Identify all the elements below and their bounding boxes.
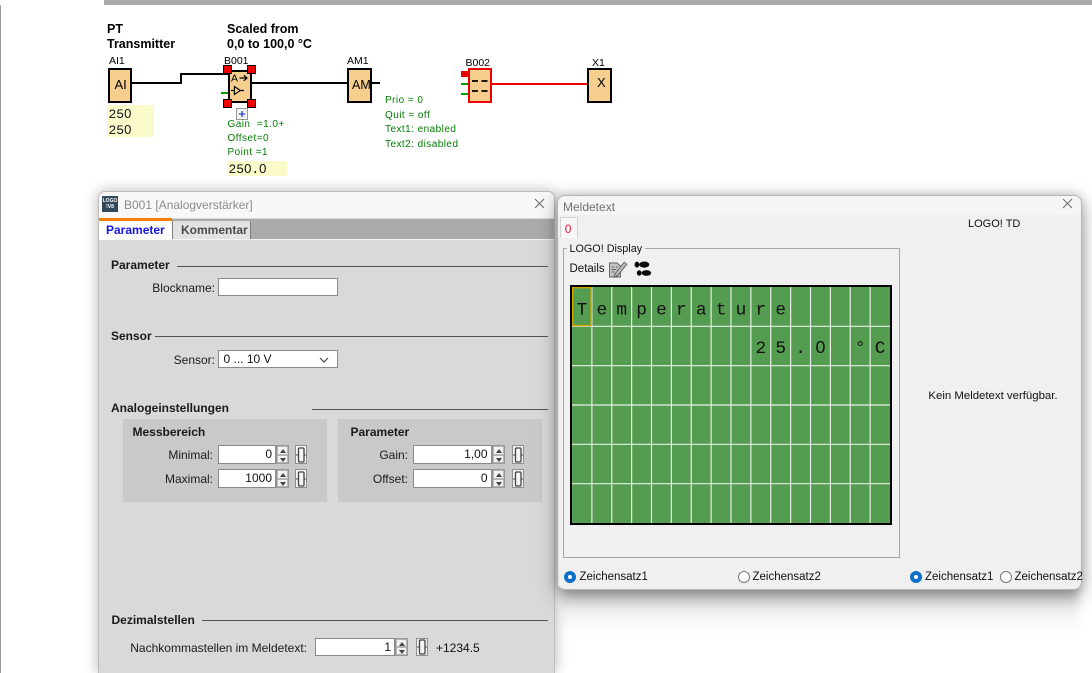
svg-text:t: t xyxy=(715,301,726,321)
svg-text:A: A xyxy=(231,73,238,85)
svg-text:u: u xyxy=(735,301,746,321)
svg-text:a: a xyxy=(695,301,706,321)
svg-text:2: 2 xyxy=(755,339,766,359)
svg-text:C: C xyxy=(874,339,885,359)
svg-text:.: . xyxy=(795,339,806,359)
svg-text:°: ° xyxy=(854,339,865,359)
svg-text:e: e xyxy=(596,301,607,321)
svg-text:e: e xyxy=(775,301,786,321)
svg-text:p: p xyxy=(636,301,647,321)
svg-text:m: m xyxy=(616,301,627,321)
svg-text:5: 5 xyxy=(775,339,786,359)
svg-text:r: r xyxy=(675,301,686,321)
svg-text:T: T xyxy=(576,301,587,321)
svg-text:r: r xyxy=(755,301,766,321)
svg-text:e: e xyxy=(656,301,667,321)
svg-text:0: 0 xyxy=(815,337,825,357)
